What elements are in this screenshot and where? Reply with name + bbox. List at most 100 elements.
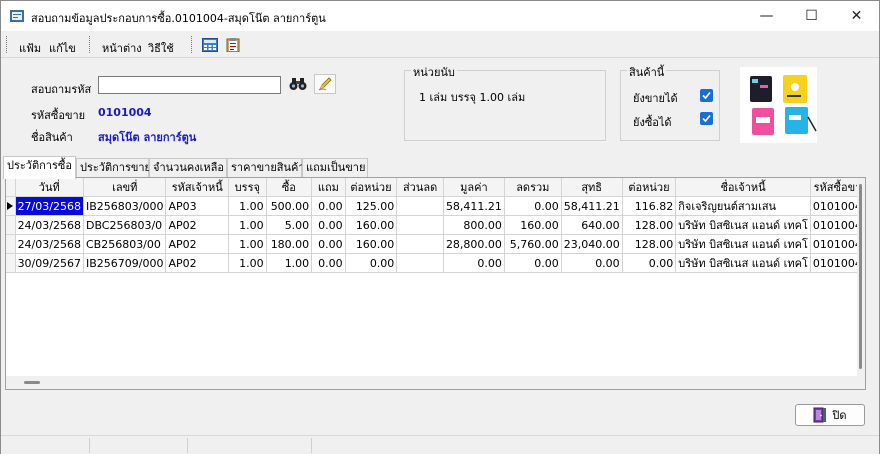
cell-total-discount[interactable]: 5,760.00 [504,234,562,254]
find-button[interactable] [287,74,309,94]
close-button[interactable]: ปิด [795,404,865,426]
cell-free[interactable]: 0.00 [311,253,346,273]
cell-doc-no[interactable]: IB256709/000 [83,253,167,273]
cell-unit-price[interactable]: 160.00 [345,215,398,235]
vertical-scroll-thumb[interactable] [859,184,862,369]
cell-discount[interactable] [396,253,444,273]
cell-creditor-name[interactable]: บริษัท บิสซิเนส แอนด์ เทคโ [675,234,811,254]
product-name-value: สมุดโน๊ต ลายการ์ตูน [98,131,197,144]
lookup-button[interactable] [314,74,336,94]
row-header [6,234,16,254]
cell-total-discount[interactable]: 0.00 [504,196,562,216]
unit-groupbox-title: หน่วยนับ [411,63,457,81]
column-header[interactable]: ชื่อเจ้าหนี้ [675,178,811,197]
column-header[interactable]: ต่อหน่วย [345,178,398,197]
column-header[interactable]: ส่วนลด [396,178,444,197]
cell-net-unit[interactable]: 116.82 [622,196,677,216]
horizontal-scroll-thumb[interactable] [24,381,40,384]
cell-qty[interactable]: 500.00 [266,196,313,216]
column-header[interactable]: ซื้อ [266,178,313,197]
column-header[interactable]: แถม [311,178,346,197]
cell-discount[interactable] [396,215,444,235]
cell-total-discount[interactable]: 160.00 [504,215,562,235]
cell-free[interactable]: 0.00 [311,196,346,216]
cell-creditor-code[interactable]: AP02 [165,253,229,273]
tab-purchase-history[interactable]: ประวัติการซื้อ [3,156,76,179]
cell-creditor-code[interactable]: AP02 [165,215,229,235]
tab-bundle-sales[interactable]: แถมเป็นขาย [302,158,368,178]
cell-qty[interactable]: 5.00 [266,215,313,235]
vertical-scrollbar[interactable] [857,178,865,378]
cell-pack[interactable]: 1.00 [228,253,267,273]
cell-amount[interactable]: 58,411.21 [443,196,505,216]
column-header[interactable]: วันที่ [15,178,84,197]
cell-amount[interactable]: 800.00 [443,215,505,235]
column-header[interactable]: สุทธิ [561,178,623,197]
column-header[interactable]: รหัสเจ้าหนี้ [165,178,229,197]
column-header[interactable]: ลดรวม [504,178,562,197]
cell-date[interactable]: 30/09/2567 [15,253,84,273]
cell-net[interactable]: 640.00 [561,215,623,235]
cell-qty[interactable]: 180.00 [266,234,313,254]
cell-creditor-name[interactable]: บริษัท บิสซิเนส แอนด์ เทคโ [675,253,811,273]
cell-net[interactable]: 23,040.00 [561,234,623,254]
cell-discount[interactable] [396,196,444,216]
cell-net-unit[interactable]: 128.00 [622,234,677,254]
cell-doc-no[interactable]: IB256803/000 [83,196,167,216]
cell-amount[interactable]: 0.00 [443,253,505,273]
column-header[interactable]: บรรจุ [228,178,267,197]
table-row[interactable]: 30/09/2567 IB256709/000 AP02 1.00 1.00 0… [6,253,865,273]
close-window-button[interactable]: ✕ [834,1,879,31]
clipboard-icon[interactable] [225,38,241,52]
cell-unit-price[interactable]: 125.00 [345,196,398,216]
menu-help[interactable]: วิธีใช้ [148,39,174,57]
cell-creditor-code[interactable]: AP02 [165,234,229,254]
purchase-table: วันที่ เลขที่ รหัสเจ้าหนี้ บรรจุ ซื้อ แถ… [6,178,865,273]
cell-amount[interactable]: 28,800.00 [443,234,505,254]
cell-pack[interactable]: 1.00 [228,234,267,254]
table-row[interactable]: 24/03/2568 CB256803/00 AP02 1.00 180.00 … [6,234,865,254]
cell-net-unit[interactable]: 0.00 [622,253,677,273]
cell-creditor-code[interactable]: AP03 [165,196,229,216]
menu-window[interactable]: หน้าต่าง [102,39,142,57]
cell-net-unit[interactable]: 128.00 [622,215,677,235]
cell-free[interactable]: 0.00 [311,215,346,235]
cell-free[interactable]: 0.00 [311,234,346,254]
cell-date[interactable]: 24/03/2568 [15,234,84,254]
tab-sale-price[interactable]: ราคาขายสินค้า [227,158,305,178]
menu-file[interactable]: แฟ้ม [19,39,41,57]
cell-date[interactable]: 27/03/2568 [15,196,84,216]
cell-pack[interactable]: 1.00 [228,215,267,235]
cell-doc-no[interactable]: DBC256803/0 [83,215,167,235]
cell-creditor-name[interactable]: กิจเจริญยนต์สามเสน [675,196,811,216]
table-row[interactable]: 27/03/2568 IB256803/000 AP03 1.00 500.00… [6,196,865,216]
tab-sales-history[interactable]: ประวัติการขาย [76,158,151,178]
cell-unit-price[interactable]: 160.00 [345,234,398,254]
column-header[interactable]: มูลค่า [443,178,505,197]
cell-discount[interactable] [396,234,444,254]
can-sell-checkbox[interactable] [700,89,713,102]
cell-date[interactable]: 24/03/2568 [15,215,84,235]
table-row[interactable]: 24/03/2568 DBC256803/0 AP02 1.00 5.00 0.… [6,215,865,235]
cell-pack[interactable]: 1.00 [228,196,267,216]
tab-stock-balance[interactable]: จำนวนคงเหลือ [149,158,227,178]
cell-doc-no[interactable]: CB256803/00 [83,234,167,254]
minimize-button[interactable]: — [744,1,789,31]
calculator-icon[interactable] [202,38,218,52]
cell-total-discount[interactable]: 0.00 [504,253,562,273]
check-icon [702,114,711,123]
search-input[interactable] [98,76,281,94]
column-header[interactable]: ต่อหน่วย [622,178,677,197]
cell-qty[interactable]: 1.00 [266,253,313,273]
menu-edit[interactable]: แก้ไข [49,39,76,57]
horizontal-scrollbar[interactable] [6,376,865,389]
maximize-button[interactable]: ☐ [789,1,834,31]
column-header[interactable]: เลขที่ [83,178,167,197]
cell-unit-price[interactable]: 0.00 [345,253,398,273]
binoculars-icon [289,78,307,90]
cell-net[interactable]: 0.00 [561,253,623,273]
product-status-title: สินค้านี้ [627,63,667,81]
cell-creditor-name[interactable]: บริษัท บิสซิเนส แอนด์ เทคโ [675,215,811,235]
cell-net[interactable]: 58,411.21 [561,196,623,216]
can-buy-checkbox[interactable] [700,112,713,125]
